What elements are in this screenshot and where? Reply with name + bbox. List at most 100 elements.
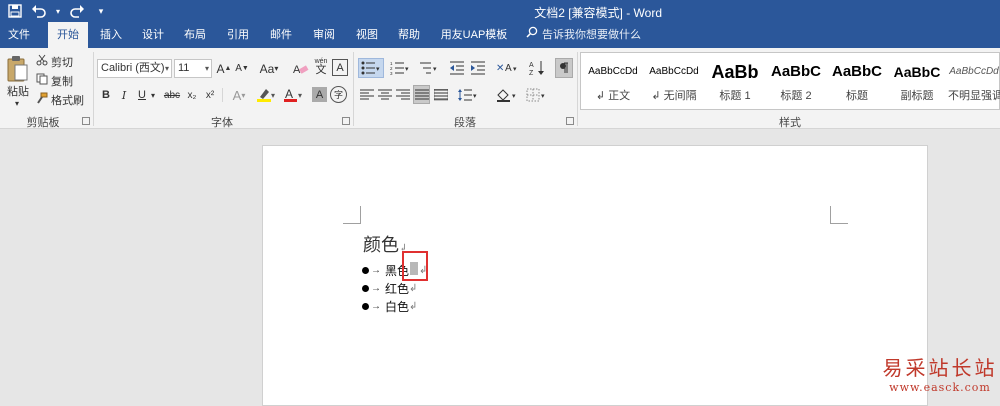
- chevron-down-icon[interactable]: ▾: [165, 60, 169, 77]
- format-painter-button[interactable]: 格式刷: [36, 92, 86, 107]
- phonetic-char-icon: 文: [315, 64, 327, 76]
- tab-references[interactable]: 引用: [219, 22, 257, 48]
- svg-text:▾: ▾: [541, 93, 545, 100]
- grow-font-icon[interactable]: A ▲: [216, 59, 232, 78]
- tab-design[interactable]: 设计: [134, 22, 172, 48]
- borders-icon[interactable]: ▾: [524, 86, 550, 104]
- title-bar: ▾ ▾ 文档2 [兼容模式] - Word: [0, 0, 1000, 22]
- tab-review[interactable]: 审阅: [305, 22, 343, 48]
- copy-button[interactable]: 复制: [36, 73, 82, 88]
- phonetic-guide-button[interactable]: wén 文: [313, 56, 329, 78]
- tab-layout[interactable]: 布局: [176, 22, 214, 48]
- tell-me-box[interactable]: 告诉我你想要做什么: [526, 22, 641, 48]
- align-right-icon[interactable]: [395, 86, 411, 104]
- paste-icon[interactable]: [4, 54, 30, 84]
- bullet-icon: [362, 303, 369, 310]
- show-paragraph-marks-icon[interactable]: [555, 58, 573, 78]
- font-dialog-launcher[interactable]: [342, 117, 350, 125]
- bullet-icon: [362, 285, 369, 292]
- style-subtle-emphasis[interactable]: AaBbCcDd 不明显强调: [948, 57, 1000, 107]
- tab-mailings[interactable]: 邮件: [262, 22, 300, 48]
- tell-me-text: 告诉我你想要做什么: [542, 29, 641, 41]
- decrease-indent-icon[interactable]: [448, 58, 466, 78]
- numbering-icon[interactable]: 1 2 3 ▾: [387, 58, 413, 78]
- watermark: 易采站长站 www.easck.com: [882, 356, 998, 394]
- tab-arrow: →: [371, 301, 381, 312]
- enclose-characters-icon[interactable]: 字: [330, 86, 347, 103]
- bold-button[interactable]: B: [99, 86, 113, 104]
- tab-arrow: →: [371, 265, 381, 276]
- superscript-button[interactable]: x²: [202, 86, 218, 104]
- crop-mark-top-right: [830, 206, 848, 224]
- style-title[interactable]: AaBbC 标题: [827, 57, 887, 107]
- copy-icon: [36, 73, 48, 88]
- italic-button[interactable]: I: [117, 86, 131, 104]
- paste-dropdown-icon[interactable]: ▾: [10, 98, 24, 108]
- multilevel-list-icon[interactable]: ▾: [416, 58, 442, 78]
- paragraph-mark: ↲: [409, 301, 418, 312]
- justify-icon[interactable]: [413, 85, 430, 104]
- style-heading-2[interactable]: AaBbC 标题 2: [766, 57, 826, 107]
- cut-button[interactable]: 剪切: [36, 54, 82, 69]
- tab-uap-template[interactable]: 用友UAP模板: [436, 22, 512, 48]
- tab-insert[interactable]: 插入: [92, 22, 130, 48]
- line-spacing-icon[interactable]: ▾: [456, 86, 480, 104]
- clipboard-dialog-launcher[interactable]: [82, 117, 90, 125]
- font-name-box[interactable]: Calibri (西文) ▾: [97, 59, 172, 78]
- paragraph-dialog-launcher[interactable]: [566, 117, 574, 125]
- sort-icon[interactable]: AZ: [528, 58, 546, 78]
- change-case-button[interactable]: Aa ▾: [256, 59, 282, 78]
- tab-view[interactable]: 视图: [348, 22, 386, 48]
- svg-text:▾: ▾: [512, 93, 516, 100]
- distributed-icon[interactable]: [433, 86, 449, 104]
- svg-text:✕: ✕: [496, 63, 504, 74]
- scissors-icon: [36, 54, 48, 69]
- shading-icon[interactable]: ▾: [494, 86, 520, 104]
- underline-dropdown-icon[interactable]: ▾: [148, 86, 158, 104]
- ribbon: 粘贴 ▾ 剪切 复制 格式刷 剪贴板 Calibri (西文) ▾ 11 ▾ A ▲ …: [0, 48, 1000, 129]
- list-item[interactable]: → 红色 ↲: [362, 280, 417, 297]
- ribbon-tab-bar: 文件 开始 插入 设计 布局 引用 邮件 审阅 视图 帮助 用友UAP模板 告诉…: [0, 22, 1000, 48]
- style-normal[interactable]: AaBbCcDd ↲ 正文: [583, 57, 643, 107]
- text-effects-icon[interactable]: A ▾: [228, 86, 250, 104]
- paragraph-mark: ↲: [409, 283, 418, 294]
- svg-text:▾: ▾: [433, 66, 437, 73]
- divider: [222, 88, 223, 102]
- chevron-down-icon[interactable]: ▾: [205, 60, 209, 77]
- subscript-button[interactable]: x₂: [184, 86, 200, 104]
- underline-button[interactable]: U: [135, 86, 149, 104]
- svg-text:Z: Z: [529, 70, 534, 76]
- font-size-box[interactable]: 11 ▾: [174, 59, 212, 78]
- svg-text:▾: ▾: [376, 66, 380, 73]
- font-color-icon[interactable]: A ▾: [282, 86, 304, 104]
- highlight-color-icon[interactable]: ▾: [255, 86, 277, 104]
- style-subtitle[interactable]: AaBbC 副标题: [887, 57, 947, 107]
- style-no-spacing[interactable]: AaBbCcDd ↲ 无间隔: [644, 57, 704, 107]
- paragraph-group-label: 段落: [454, 117, 476, 129]
- align-center-icon[interactable]: [377, 86, 393, 104]
- clipboard-group-label: 剪贴板: [26, 117, 60, 129]
- chinese-layout-icon[interactable]: ✕ A ▾: [494, 58, 520, 78]
- group-separator: [577, 52, 578, 126]
- tab-file[interactable]: 文件: [0, 22, 38, 48]
- increase-indent-icon[interactable]: [469, 58, 487, 78]
- clear-formatting-icon[interactable]: A: [292, 59, 310, 78]
- character-shading-icon[interactable]: A: [312, 87, 327, 102]
- document-heading[interactable]: 颜色↲: [363, 231, 407, 257]
- list-item[interactable]: → 白色 ↲: [362, 298, 417, 315]
- style-heading-1[interactable]: AaBb 标题 1: [705, 57, 765, 107]
- shrink-font-icon[interactable]: A ▼: [234, 59, 250, 78]
- bullets-icon[interactable]: ▾: [358, 58, 384, 78]
- strikethrough-button[interactable]: abc: [162, 86, 182, 104]
- character-border-icon[interactable]: A: [332, 59, 348, 76]
- bullet-icon: [362, 267, 369, 274]
- svg-text:▾: ▾: [405, 66, 409, 73]
- tab-help[interactable]: 帮助: [390, 22, 428, 48]
- svg-text:▾: ▾: [473, 93, 477, 100]
- tab-home[interactable]: 开始: [48, 22, 88, 48]
- svg-text:3: 3: [390, 71, 393, 75]
- styles-group-label: 样式: [779, 117, 801, 129]
- align-left-icon[interactable]: [359, 86, 375, 104]
- brush-icon: [36, 92, 48, 107]
- paste-button[interactable]: 粘贴: [4, 84, 32, 98]
